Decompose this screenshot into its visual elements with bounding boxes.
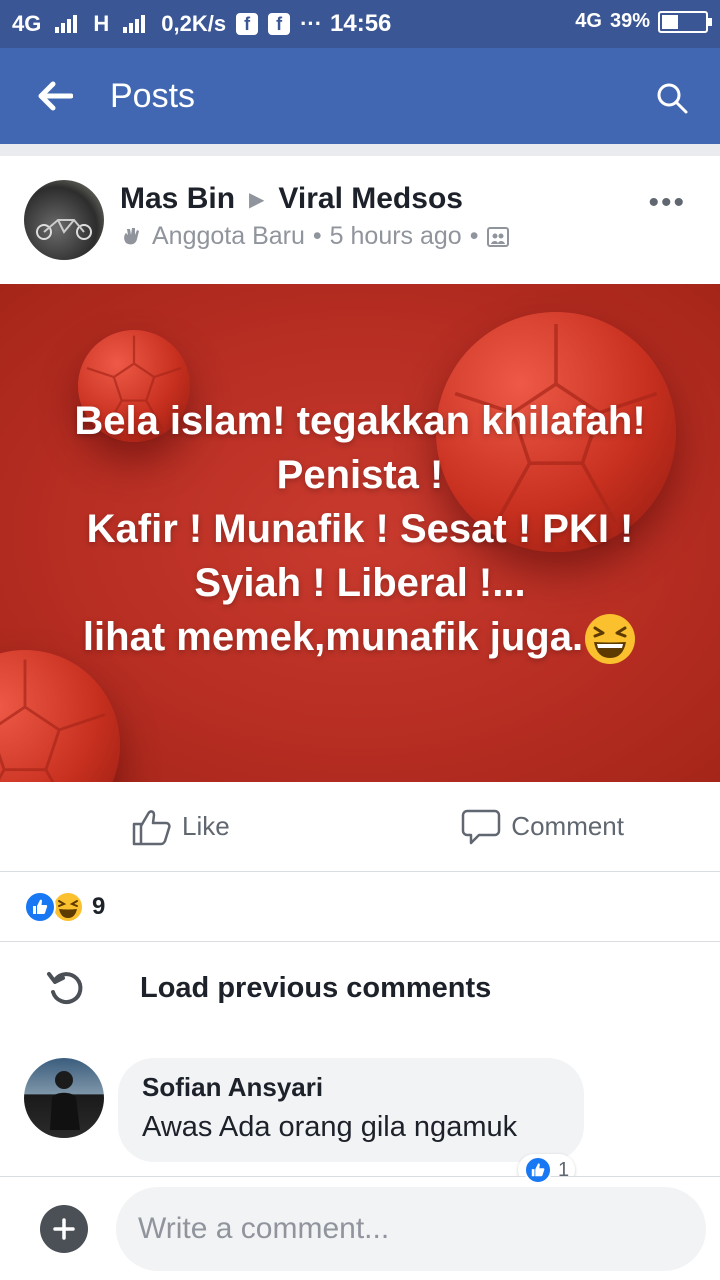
facebook-notification-icon-2: f <box>268 13 291 35</box>
post-text-line: Syiah ! Liberal !... <box>194 561 526 605</box>
more-notifications: ··· <box>300 11 323 36</box>
clock: 14:56 <box>330 10 392 37</box>
author-line: Mas Bin ▶ Viral Medsos <box>120 182 463 216</box>
haha-reaction-icon <box>52 890 84 923</box>
like-label: Like <box>182 811 230 841</box>
comment-bubble: Sofian Ansyari Awas Ada orang gila ngamu… <box>118 1058 584 1162</box>
post-meta: Anggota Baru • 5 hours ago • <box>120 222 510 251</box>
status-left: 4G H 0,2K/s f f ··· <box>12 11 322 37</box>
post-header: Mas Bin ▶ Viral Medsos Anggota Baru • 5 … <box>0 156 720 284</box>
thumbs-up-icon <box>132 809 171 845</box>
separator-dot-2: • <box>469 222 479 250</box>
reaction-count: 9 <box>92 892 106 920</box>
battery-percent: 39% <box>609 10 650 32</box>
group-name[interactable]: Viral Medsos <box>278 182 463 216</box>
comment-label: Comment <box>511 811 624 841</box>
status-right: 4G 39% <box>575 10 712 33</box>
network-label: 4G <box>12 11 42 36</box>
signal-icon <box>55 15 78 33</box>
post-text: Bela islam! tegakkan khilafah! Penista !… <box>0 394 720 666</box>
motorcycle-icon <box>36 219 92 240</box>
search-icon <box>657 83 688 114</box>
like-reaction-icon <box>524 1156 552 1184</box>
reload-icon <box>47 972 83 1005</box>
add-attachment-button[interactable] <box>40 1204 88 1253</box>
like-button[interactable]: Like <box>0 782 377 871</box>
plus-icon <box>53 1217 75 1240</box>
football-decoration-3 <box>0 650 120 782</box>
status-bar: 4G H 0,2K/s f f ··· 14:56 4G 39% <box>0 0 720 48</box>
group-privacy-icon <box>487 226 510 247</box>
wave-hand-icon <box>124 227 139 244</box>
load-previous-comments[interactable]: Load previous comments <box>0 942 720 1034</box>
battery-fill <box>662 14 679 29</box>
app-bar: Posts <box>0 48 720 144</box>
comment-text: Awas Ada orang gila ngamuk <box>142 1111 518 1143</box>
laughing-emoji-icon <box>585 614 636 665</box>
member-badge: Anggota Baru <box>152 222 305 250</box>
divider <box>0 144 720 156</box>
person-silhouette-icon <box>50 1071 80 1130</box>
comment-author[interactable]: Sofian Ansyari <box>142 1072 560 1103</box>
post-text-line-last: lihat memek,munafik juga. <box>0 610 720 666</box>
signal-icon-2 <box>123 15 146 33</box>
comment-input[interactable] <box>116 1187 706 1271</box>
author-name[interactable]: Mas Bin <box>120 182 235 216</box>
network-label-2: H <box>93 11 110 36</box>
more-options-button[interactable]: ••• <box>648 186 686 220</box>
network-label-3: 4G <box>575 10 602 32</box>
reaction-summary[interactable]: 9 <box>0 872 720 942</box>
post-text-line: Kafir ! Munafik ! Sesat ! PKI ! <box>86 507 634 551</box>
post-time[interactable]: 5 hours ago <box>330 222 462 251</box>
back-button[interactable] <box>0 48 110 144</box>
post-text-line: Penista ! <box>276 453 444 497</box>
facebook-notification-icon: f <box>236 13 259 35</box>
network-speed: 0,2K/s <box>161 11 227 36</box>
post-text-line: lihat memek,munafik juga. <box>82 615 584 659</box>
page-title: Posts <box>110 76 196 115</box>
separator-dot: • <box>312 222 322 250</box>
comment-composer <box>0 1176 720 1280</box>
post-actions: Like Comment <box>0 782 720 872</box>
search-button[interactable] <box>644 70 700 126</box>
author-avatar[interactable] <box>24 180 104 260</box>
reload-icon-wrap <box>0 968 130 1008</box>
comment-button[interactable]: Comment <box>377 782 720 871</box>
commenter-avatar[interactable] <box>24 1058 104 1138</box>
post-content-image: Bela islam! tegakkan khilafah! Penista !… <box>0 284 720 782</box>
comment-bubble-icon <box>462 809 501 844</box>
screen: 4G H 0,2K/s f f ··· 14:56 4G 39% Posts M… <box>0 0 720 1280</box>
battery-icon <box>658 10 712 33</box>
arrow-left-icon <box>38 81 73 111</box>
post-text-line: Bela islam! tegakkan khilafah! <box>74 399 646 443</box>
triangle-right-icon: ▶ <box>249 188 265 211</box>
load-previous-label: Load previous comments <box>140 971 492 1004</box>
like-reaction-icon <box>24 890 56 923</box>
